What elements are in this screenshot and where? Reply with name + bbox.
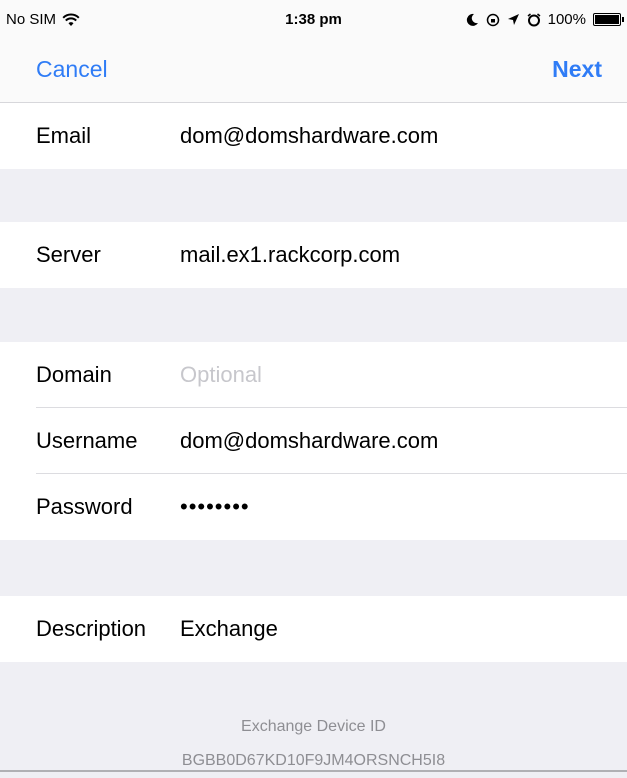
battery-percent: 100%: [547, 11, 586, 28]
domain-field[interactable]: [180, 358, 600, 392]
password-field[interactable]: [180, 490, 600, 524]
bottom-edge: [0, 770, 627, 772]
password-row: Password: [0, 474, 627, 540]
description-row: Description: [0, 596, 627, 662]
location-icon: [507, 14, 519, 25]
device-id-value: BGBB0D67KD10F9JM4ORSNCH5I8: [181, 752, 446, 769]
battery-icon: [593, 13, 624, 26]
next-button[interactable]: Next: [552, 56, 602, 83]
server-group: Server: [0, 222, 627, 288]
email-label: Email: [36, 123, 92, 148]
rotation-lock-icon: [486, 13, 499, 26]
email-field[interactable]: [180, 119, 600, 153]
server-row: Server: [0, 222, 627, 288]
server-label: Server: [36, 242, 101, 267]
status-right: 100%: [466, 11, 624, 28]
domain-label: Domain: [36, 362, 112, 387]
description-group: Description: [0, 596, 627, 662]
description-label: Description: [36, 616, 147, 641]
moon-icon: [466, 13, 478, 26]
username-row: Username: [0, 408, 627, 474]
email-row: Email: [0, 103, 627, 169]
username-field[interactable]: [180, 424, 600, 458]
cancel-button[interactable]: Cancel: [36, 56, 108, 83]
description-field[interactable]: [180, 612, 600, 646]
email-group: Email: [0, 103, 627, 169]
password-label: Password: [36, 494, 133, 519]
alarm-icon: [527, 12, 541, 26]
domain-row: Domain: [0, 342, 627, 408]
server-field[interactable]: [180, 238, 600, 272]
credentials-group: Domain Username Password: [0, 342, 627, 540]
device-id-title: Exchange Device ID: [241, 718, 386, 735]
username-label: Username: [36, 428, 138, 453]
nav-bar: Cancel Next: [0, 40, 627, 103]
status-bar: No SIM 1:38 pm 100%: [0, 0, 627, 40]
